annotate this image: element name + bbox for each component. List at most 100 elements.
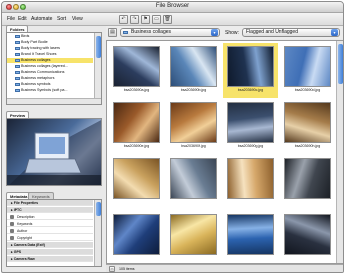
thumbnail-caption: bsa203690a.jpg: [123, 88, 150, 92]
tab-keywords[interactable]: Keywords: [28, 192, 54, 199]
thumbnail-image[interactable]: [284, 102, 331, 143]
metadata-scroll-thumb[interactable]: [96, 202, 101, 216]
chevron-down-icon: ▾: [211, 29, 218, 36]
file-browser-window: File Browser File Edit Automate Sort Vie…: [1, 1, 344, 273]
thumbnail-cell[interactable]: [280, 155, 335, 210]
menu-file[interactable]: File: [7, 16, 15, 22]
folders-hscrollbar[interactable]: [7, 98, 101, 104]
metadata-scrollbar[interactable]: [94, 200, 101, 266]
folder-item[interactable]: Business collages (layered...: [7, 64, 93, 69]
folder-popup[interactable]: Business collages ▾: [120, 28, 220, 37]
thumbnail-cell[interactable]: [109, 211, 164, 263]
folder-item[interactable]: Business Communications: [7, 70, 93, 75]
thumbnail-cell[interactable]: bsa203690d.jpg: [280, 43, 335, 98]
folder-item-label: Business metaphors: [21, 76, 55, 80]
metadata-section-header[interactable]: ▸ File Properties: [7, 200, 93, 206]
thumbnail-image[interactable]: [170, 158, 217, 199]
folder-item[interactable]: Business Symbols (soft pa...: [7, 88, 93, 93]
folder-item[interactable]: Body Part Bodie: [7, 40, 93, 45]
grid-scroll-thumb[interactable]: [338, 44, 343, 84]
show-label: Show:: [225, 30, 239, 36]
menu-automate[interactable]: Automate: [31, 16, 52, 22]
thumbnail-cell[interactable]: bsa203690f.jpg: [166, 99, 221, 154]
folder-item-label: Brand It Travel Shoes: [21, 52, 57, 56]
thumbnail-image[interactable]: [284, 214, 331, 255]
metadata-section-header[interactable]: ▸ Camera Data (Exif): [7, 242, 93, 248]
thumbnail-image[interactable]: [170, 46, 217, 87]
thumbnail-size-icon[interactable]: ▭: [109, 266, 115, 272]
metadata-label: GPS: [13, 250, 22, 254]
thumbnail-cell[interactable]: bsa203690g.jpg: [223, 99, 278, 154]
tab-preview[interactable]: Preview: [6, 111, 30, 118]
folders-scroll-thumb[interactable]: [96, 36, 101, 58]
filter-popup[interactable]: Flagged and Unflagged ▾: [242, 28, 340, 37]
location-bar: ▤ Business collages ▾ Show: Flagged and …: [106, 26, 343, 39]
grid-scrollbar[interactable]: [336, 41, 343, 263]
thumbnail-image[interactable]: [170, 214, 217, 255]
thumbnail-cell[interactable]: [166, 155, 221, 210]
rotate-right-icon[interactable]: ↷: [130, 15, 139, 24]
thumbnail-cell[interactable]: bsa203690h.jpg: [280, 99, 335, 154]
pencil-icon: [10, 215, 14, 219]
thumbnail-cell[interactable]: [223, 155, 278, 210]
folder-item[interactable]: Business collages: [7, 58, 93, 63]
thumbnail-caption: bsa203690h.jpg: [294, 144, 321, 148]
metadata-panel: ▸ File Properties ▸ IPTC Description Keywor…: [6, 199, 102, 267]
preview-image: [6, 118, 102, 186]
flag-icon[interactable]: ⚑: [141, 15, 150, 24]
thumbnail-image[interactable]: [227, 158, 274, 199]
menu-sort[interactable]: Sort: [57, 16, 66, 22]
thumbnail-image[interactable]: [284, 158, 331, 199]
thumbnail-image[interactable]: [170, 102, 217, 143]
thumbnail-cell[interactable]: [223, 211, 278, 263]
folder-icon: [15, 34, 20, 38]
thumbnail-cell[interactable]: [166, 211, 221, 263]
thumbnail-image[interactable]: [227, 46, 274, 87]
thumbnail-image[interactable]: [227, 102, 274, 143]
folder-icon: [123, 31, 128, 34]
folder-item-label: Body tracing with lasers: [21, 46, 60, 50]
folder-item[interactable]: Brand It Travel Shoes: [7, 52, 93, 57]
folder-item[interactable]: Business metaphors: [7, 76, 93, 81]
thumbnail-grid: bsa203690a.jpg bsa203690b.jpg bsa203690c.j…: [106, 40, 343, 264]
thumbnail-cell[interactable]: [280, 211, 335, 263]
thumbnail-cell[interactable]: bsa203690c.jpg: [223, 43, 278, 98]
tab-folders[interactable]: Folders: [6, 25, 29, 32]
folder-item[interactable]: Birds: [7, 34, 93, 39]
thumbnail-cell[interactable]: bsa203690b.jpg: [166, 43, 221, 98]
pencil-icon: [10, 236, 14, 240]
window-title: File Browser: [155, 3, 190, 9]
thumbnail-image[interactable]: [113, 102, 160, 143]
thumbnail-cell[interactable]: bsa203690e.jpg: [109, 99, 164, 154]
thumbnail-image[interactable]: [113, 46, 160, 87]
thumbnail-cell[interactable]: bsa203690a.jpg: [109, 43, 164, 98]
menu-view[interactable]: View: [72, 16, 83, 22]
new-folder-icon[interactable]: ▭: [152, 15, 161, 24]
metadata-label: Camera Raw: [13, 257, 35, 261]
menu-edit[interactable]: Edit: [18, 16, 27, 22]
folder-item-label: Business Symbols (soft pa...: [21, 88, 68, 92]
thumbnail-image[interactable]: [284, 46, 331, 87]
folder-icon: [15, 70, 20, 74]
pencil-icon: [10, 222, 14, 226]
thumbnail-caption: bsa203690d.jpg: [294, 88, 321, 92]
rotate-left-icon[interactable]: ↶: [119, 15, 128, 24]
thumbnail-cell[interactable]: [109, 155, 164, 210]
thumbnail-caption: bsa203690b.jpg: [180, 88, 207, 92]
folder-item[interactable]: Business symbols: [7, 82, 93, 87]
folder-up-icon[interactable]: ▤: [108, 28, 117, 37]
metadata-section-header[interactable]: ▸ Camera Raw: [7, 256, 93, 262]
metadata-label: Description: [17, 215, 35, 219]
trash-icon[interactable]: 🗑: [163, 15, 172, 24]
metadata-section-header[interactable]: ▸ GPS: [7, 249, 93, 255]
folder-item[interactable]: Body tracing with lasers: [7, 46, 93, 51]
metadata-section-header[interactable]: ▸ IPTC: [7, 207, 93, 213]
thumbnail-image[interactable]: [227, 214, 274, 255]
thumbnail-caption: bsa203690f.jpg: [181, 144, 206, 148]
preview-art: [7, 120, 101, 185]
thumbnail-image[interactable]: [113, 158, 160, 199]
folder-item-label: Birds: [21, 34, 30, 38]
metadata-label: Copyright: [17, 236, 32, 240]
thumbnail-image[interactable]: [113, 214, 160, 255]
folders-scrollbar[interactable]: [94, 33, 101, 104]
